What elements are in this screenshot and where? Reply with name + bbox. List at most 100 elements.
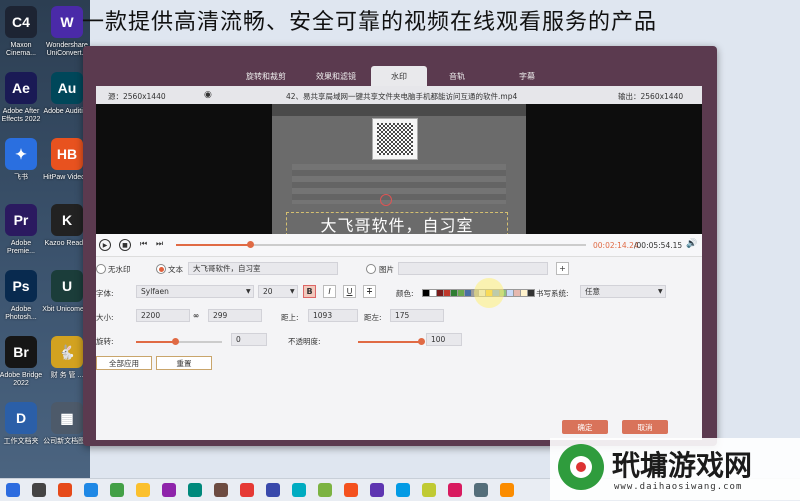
- bold-button[interactable]: B: [303, 285, 316, 298]
- ok-button[interactable]: 确定: [562, 420, 608, 434]
- link-icon[interactable]: ∞: [193, 311, 199, 320]
- taskbar-app-icon[interactable]: [58, 483, 72, 497]
- watermark-overlay[interactable]: 大飞哥软件，自习室: [286, 212, 508, 236]
- taskbar-app-icon[interactable]: [162, 483, 176, 497]
- tab-bar: 旋转和裁剪 效果和滤镜 水印 音轨 字幕: [83, 66, 717, 86]
- opacity-label: 不透明度:: [288, 337, 321, 346]
- taskbar-app-icon[interactable]: [422, 483, 436, 497]
- taskbar-app-icon[interactable]: [292, 483, 306, 497]
- font-select[interactable]: Sylfaen: [136, 285, 254, 298]
- underline-button[interactable]: U: [343, 285, 356, 298]
- desktop-app-icon[interactable]: W: [51, 6, 83, 38]
- stop-icon[interactable]: ■: [119, 239, 131, 251]
- taskbar-app-icon[interactable]: [6, 483, 20, 497]
- watermark-text-input[interactable]: 大飞哥软件，自习室: [188, 262, 338, 275]
- file-name: 42、易共享局域网一键共享文件夹电脑手机都能访问互通的软件.mp4: [286, 92, 518, 101]
- prev-frame-icon[interactable]: ⏮: [140, 239, 147, 249]
- cursor-highlight: [474, 278, 504, 308]
- desktop-app-icon[interactable]: D: [5, 402, 37, 434]
- tab-watermark[interactable]: 水印: [371, 66, 427, 86]
- desktop-app-icon[interactable]: Au: [51, 72, 83, 104]
- logo-name: 玳墉游戏网: [612, 449, 753, 482]
- no-watermark-label: 无水印: [108, 265, 131, 274]
- image-label: 图片: [379, 265, 394, 274]
- next-frame-icon[interactable]: ⏭: [156, 239, 163, 249]
- italic-button[interactable]: I: [323, 285, 336, 298]
- qr-code-image: [372, 118, 418, 160]
- desktop-app-icon[interactable]: Br: [5, 336, 37, 368]
- desktop-app-icon[interactable]: C4: [5, 6, 37, 38]
- left-input[interactable]: 175: [390, 309, 444, 322]
- chevron-down-icon: ▼: [290, 288, 295, 295]
- taskbar-app-icon[interactable]: [240, 483, 254, 497]
- desktop-app-label: Adobe Premie...: [6, 240, 35, 255]
- writing-system-label: 书写系统:: [536, 289, 569, 298]
- taskbar-app-icon[interactable]: [318, 483, 332, 497]
- strikethrough-button[interactable]: T: [363, 285, 376, 298]
- left-label: 距左:: [364, 313, 382, 322]
- tab-subtitle[interactable]: 字幕: [487, 66, 567, 86]
- eye-icon[interactable]: ◉: [204, 90, 212, 100]
- taskbar-app-icon[interactable]: [396, 483, 410, 497]
- desktop-app-icon[interactable]: Ae: [5, 72, 37, 104]
- reset-button[interactable]: 重置: [156, 356, 212, 370]
- rotate-slider[interactable]: [136, 338, 222, 345]
- radio-no-watermark[interactable]: [96, 264, 106, 274]
- taskbar-app-icon[interactable]: [110, 483, 124, 497]
- info-bar: 源：2560x1440 ◉ 42、易共享局域网一键共享文件夹电脑手机都能访问互通…: [96, 86, 702, 104]
- add-image-button[interactable]: +: [556, 262, 569, 275]
- rotate-label: 旋转:: [96, 337, 114, 346]
- timeline-slider[interactable]: [176, 241, 586, 248]
- desktop-app-label: 工作文档夹: [3, 438, 39, 445]
- taskbar-app-icon[interactable]: [344, 483, 358, 497]
- current-time: 00:02:14.24: [593, 241, 639, 250]
- desktop-app-icon[interactable]: 🐇: [51, 336, 83, 368]
- taskbar-app-icon[interactable]: [214, 483, 228, 497]
- play-icon[interactable]: ▶: [99, 239, 111, 251]
- taskbar-app-icon[interactable]: [448, 483, 462, 497]
- desktop-app-label: Adobe After Effects 2022: [1, 108, 41, 123]
- color-label: 颜色:: [396, 289, 414, 298]
- taskbar-app-icon[interactable]: [188, 483, 202, 497]
- apply-all-button[interactable]: 全部应用: [96, 356, 152, 370]
- taskbar-app-icon[interactable]: [266, 483, 280, 497]
- radio-image[interactable]: [366, 264, 376, 274]
- radio-text[interactable]: [156, 264, 166, 274]
- taskbar-app-icon[interactable]: [136, 483, 150, 497]
- desktop-app-icon[interactable]: K: [51, 204, 83, 236]
- logo-emblem-icon: [558, 444, 604, 490]
- writing-system-select[interactable]: 任意: [580, 285, 666, 298]
- cancel-button[interactable]: 取消: [622, 420, 668, 434]
- taskbar-app-icon[interactable]: [32, 483, 46, 497]
- top-label: 距上:: [281, 313, 299, 322]
- desktop-app-icon[interactable]: ▦: [51, 402, 83, 434]
- headline: 一款提供高清流畅、安全可靠的视频在线观看服务的产品: [82, 10, 658, 35]
- site-logo: 玳墉游戏网 www.daihaosiwang.com: [550, 438, 800, 500]
- text-label: 文本: [168, 265, 183, 274]
- top-input[interactable]: 1093: [308, 309, 358, 322]
- tab-effects[interactable]: 效果和滤镜: [301, 66, 371, 86]
- tab-rotate-crop[interactable]: 旋转和裁剪: [231, 66, 301, 86]
- tab-audio[interactable]: 音轨: [427, 66, 487, 86]
- desktop-app-icon[interactable]: HB: [51, 138, 83, 170]
- desktop-app-icon[interactable]: U: [51, 270, 83, 302]
- width-input[interactable]: 2200: [136, 309, 190, 322]
- desktop-app-icon[interactable]: ✦: [5, 138, 37, 170]
- volume-icon[interactable]: 🔊: [686, 239, 697, 249]
- height-input[interactable]: 299: [208, 309, 262, 322]
- taskbar-app-icon[interactable]: [474, 483, 488, 497]
- desktop-app-icon[interactable]: Pr: [5, 204, 37, 236]
- opacity-slider[interactable]: [358, 338, 425, 345]
- desktop-app-label: 飞书: [14, 174, 28, 181]
- rotate-input[interactable]: 0: [231, 333, 267, 346]
- taskbar-app-icon[interactable]: [370, 483, 384, 497]
- logo-url: www.daihaosiwang.com: [614, 482, 743, 492]
- opacity-input[interactable]: 100: [426, 333, 462, 346]
- desktop-app-label: Adobe Bridge 2022: [0, 372, 43, 387]
- font-label: 字体:: [96, 289, 114, 298]
- desktop-app-icon[interactable]: Ps: [5, 270, 37, 302]
- image-path-input[interactable]: [398, 262, 548, 275]
- color-swatch[interactable]: [527, 289, 535, 297]
- taskbar-app-icon[interactable]: [500, 483, 514, 497]
- taskbar-app-icon[interactable]: [84, 483, 98, 497]
